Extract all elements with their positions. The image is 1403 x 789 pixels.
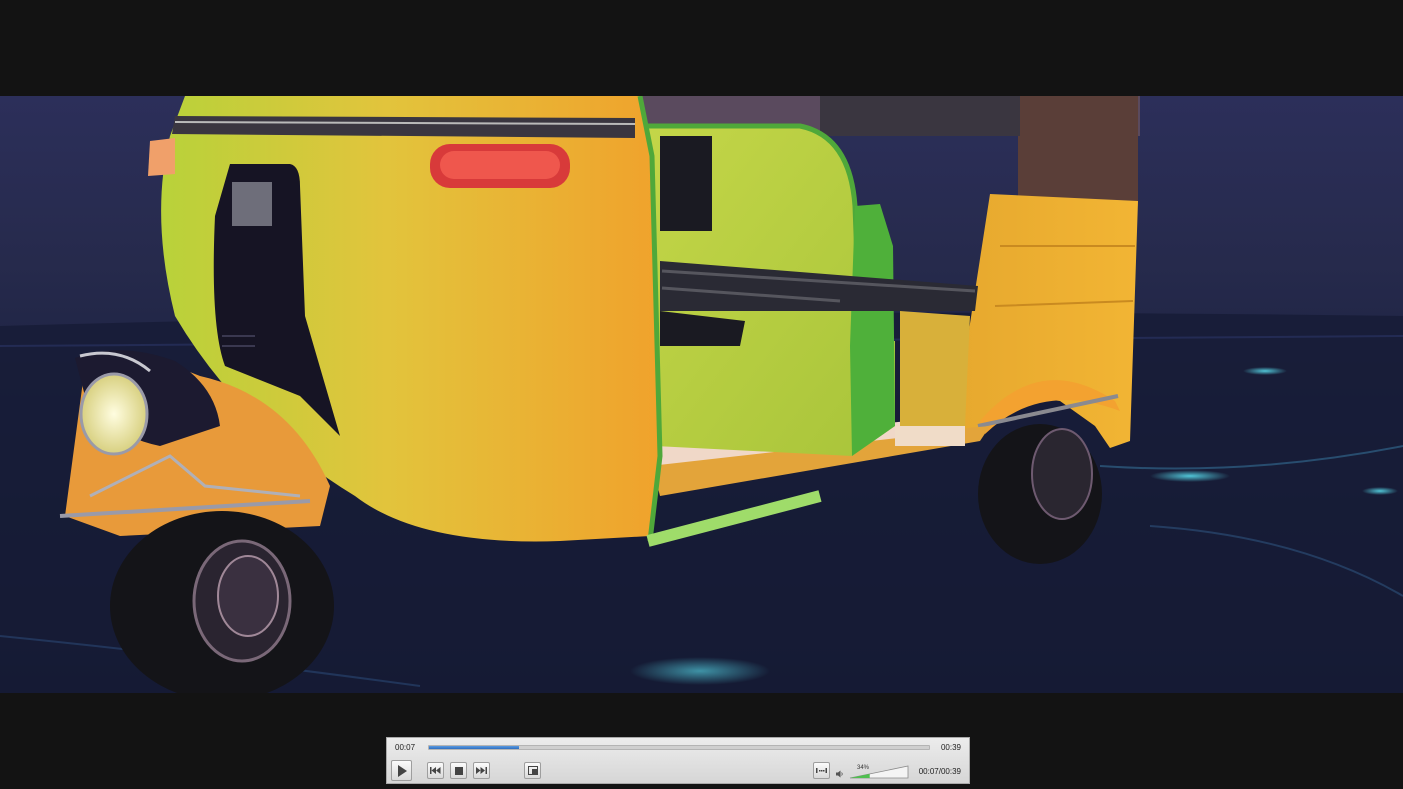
play-button[interactable] (391, 760, 412, 781)
video-scene (0, 96, 1403, 693)
extended-settings-icon (816, 768, 827, 773)
seek-bar-fill (429, 746, 519, 749)
next-button[interactable] (473, 762, 490, 779)
total-duration: 00:39 (940, 743, 961, 752)
stop-button[interactable] (450, 762, 467, 779)
extended-settings-button[interactable] (813, 762, 830, 779)
fullscreen-icon (527, 766, 538, 775)
fullscreen-button[interactable] (524, 762, 541, 779)
previous-button[interactable] (427, 762, 444, 779)
volume-percent: 34% (857, 765, 870, 771)
skip-forward-icon (476, 767, 487, 774)
skip-back-icon (430, 767, 441, 774)
video-frame[interactable] (0, 96, 1403, 693)
player-controls: 00:07 00:39 34% 00:07/00:39 (386, 737, 970, 784)
stop-icon (454, 766, 463, 775)
seek-bar[interactable] (428, 745, 930, 750)
play-icon (397, 764, 407, 777)
time-readout: 00:07/00:39 (918, 767, 961, 776)
elapsed-time: 00:07 (395, 743, 416, 752)
speaker-icon[interactable] (836, 770, 844, 778)
